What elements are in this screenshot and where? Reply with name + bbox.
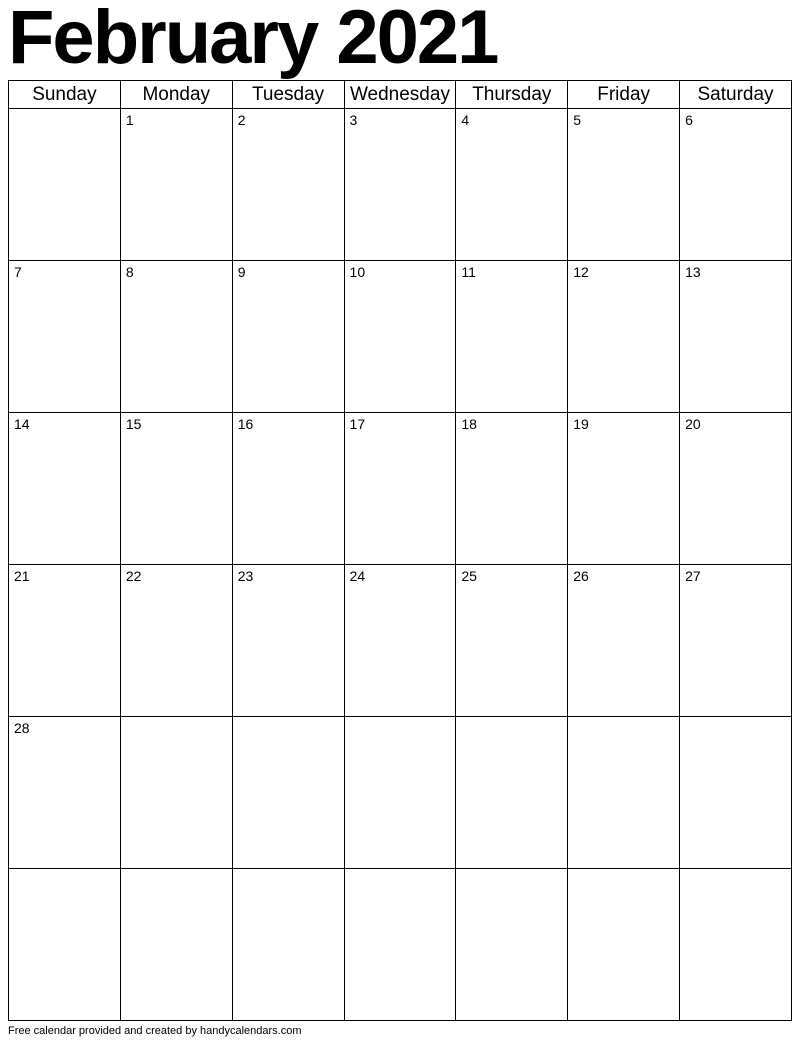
footer-attribution: Free calendar provided and created by ha… [0,1021,800,1037]
day-cell: 3 [344,109,456,261]
day-cell: 19 [568,413,680,565]
week-row: 14 15 16 17 18 19 20 [9,413,792,565]
day-cell [568,717,680,869]
day-cell: 9 [232,261,344,413]
day-cell: 15 [120,413,232,565]
day-header: Tuesday [232,81,344,109]
day-cell [568,869,680,1021]
day-cell: 1 [120,109,232,261]
day-header: Saturday [680,81,792,109]
day-cell: 7 [9,261,121,413]
day-cell: 12 [568,261,680,413]
day-cell: 8 [120,261,232,413]
day-cell [344,717,456,869]
week-row [9,869,792,1021]
day-cell: 4 [456,109,568,261]
day-cell: 18 [456,413,568,565]
week-row: 21 22 23 24 25 26 27 [9,565,792,717]
day-cell [232,717,344,869]
day-cell: 25 [456,565,568,717]
calendar-grid: Sunday Monday Tuesday Wednesday Thursday… [8,80,792,1021]
calendar-title: February 2021 [0,0,800,76]
day-header: Thursday [456,81,568,109]
day-cell: 28 [9,717,121,869]
day-cell: 23 [232,565,344,717]
day-cell [680,869,792,1021]
day-cell [232,869,344,1021]
day-cell [456,717,568,869]
day-cell: 16 [232,413,344,565]
day-header: Friday [568,81,680,109]
day-cell [9,869,121,1021]
day-cell: 6 [680,109,792,261]
day-cell [9,109,121,261]
day-cell: 5 [568,109,680,261]
day-header: Monday [120,81,232,109]
day-header: Sunday [9,81,121,109]
week-row: 7 8 9 10 11 12 13 [9,261,792,413]
day-cell: 22 [120,565,232,717]
day-cell: 13 [680,261,792,413]
day-cell: 21 [9,565,121,717]
day-header-row: Sunday Monday Tuesday Wednesday Thursday… [9,81,792,109]
day-cell: 20 [680,413,792,565]
day-cell [680,717,792,869]
day-cell [120,869,232,1021]
day-cell [120,717,232,869]
day-cell: 11 [456,261,568,413]
day-cell: 26 [568,565,680,717]
day-cell: 24 [344,565,456,717]
day-cell [456,869,568,1021]
day-cell: 27 [680,565,792,717]
day-cell: 2 [232,109,344,261]
day-cell: 17 [344,413,456,565]
day-cell [344,869,456,1021]
day-cell: 14 [9,413,121,565]
day-cell: 10 [344,261,456,413]
week-row: 1 2 3 4 5 6 [9,109,792,261]
day-header: Wednesday [344,81,456,109]
week-row: 28 [9,717,792,869]
